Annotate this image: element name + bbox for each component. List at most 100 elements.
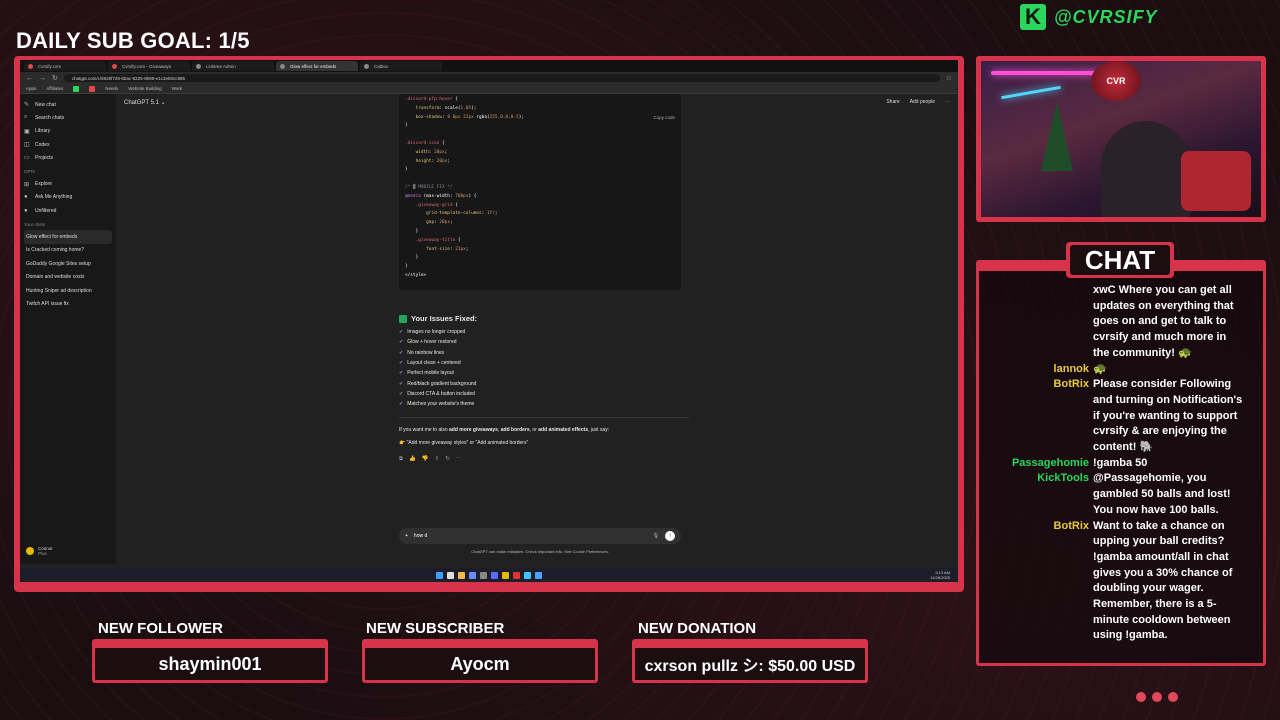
thumbs-down-icon[interactable]: 👎 <box>422 456 429 463</box>
chat-username[interactable]: lannok <box>979 362 1093 378</box>
share-button[interactable]: Share <box>886 99 899 105</box>
steam-icon[interactable] <box>469 571 476 579</box>
app-icon[interactable] <box>535 571 542 579</box>
new-donation-alert: NEW DONATION cxrson pullz シ: $50.00 USD <box>632 620 868 683</box>
user-menu[interactable]: Connor Plus <box>26 546 53 556</box>
browser-tab[interactable]: Cvrsify.com <box>24 61 106 71</box>
alert-box: Ayocm <box>362 639 598 683</box>
channel-handle: @CVRSIFY <box>1054 6 1158 27</box>
windows-start-icon[interactable] <box>436 571 443 579</box>
alert-label: NEW FOLLOWER <box>98 620 223 637</box>
streamer <box>1101 121 1191 217</box>
grid-icon: ⊞ <box>24 181 30 188</box>
copy-code-button[interactable]: Copy code <box>653 114 675 123</box>
microphone-icon[interactable]: 🎙 <box>653 533 659 539</box>
issues-heading: Your Issues Fixed: <box>399 314 689 323</box>
gpt-ask-me-anything[interactable]: ● Ask Me Anything <box>24 191 112 204</box>
reload-icon[interactable]: ↻ <box>52 74 58 82</box>
sidebar-search-chats[interactable]: ⌕ Search chats <box>24 111 112 124</box>
chat-username[interactable]: BotRix <box>979 519 1093 645</box>
back-icon[interactable]: ← <box>26 75 33 82</box>
chat-username[interactable]: Passagehomie <box>979 456 1093 472</box>
chat-messages: xwC Where you can get all updates on eve… <box>979 283 1263 644</box>
checkmark-icon: ✔ <box>399 349 404 356</box>
sidebar-label: Explore <box>35 181 52 188</box>
webcam-frame: CVR <box>976 56 1266 222</box>
chat-item[interactable]: Twitch API issue fix <box>24 297 112 310</box>
checkmark-icon: ✔ <box>399 380 404 387</box>
gpt-unfiltered[interactable]: ● Unfiltered <box>24 204 112 217</box>
gpt-explore[interactable]: ⊞ Explore <box>24 177 112 190</box>
plus-icon[interactable]: + <box>405 533 408 539</box>
chat-item[interactable]: Is Cracked coming home? <box>24 244 112 257</box>
add-people-button[interactable]: Add people <box>910 99 935 105</box>
chat-item[interactable]: Domain and website costs <box>24 271 112 284</box>
copy-icon[interactable]: ⧉ <box>399 456 403 463</box>
followup-text: If you want me to also add more giveaway… <box>399 426 689 434</box>
bookmark-apps[interactable]: Apps <box>26 86 36 91</box>
bookmark-needs[interactable]: Needs <box>105 86 118 91</box>
sidebar-codex[interactable]: ◫ Codex <box>24 138 112 151</box>
new-follower-alert: NEW FOLLOWER shaymin001 <box>92 620 328 683</box>
more-icon[interactable]: ⋯ <box>945 99 950 105</box>
thumbs-up-icon[interactable]: 👍 <box>409 456 416 463</box>
address-bar: ← → ↻ chatgpt.com/c/6928f729-6bac-8225-9… <box>20 72 958 84</box>
chat-item[interactable]: Glow effect for embeds <box>24 230 112 244</box>
alert-value: Ayocm <box>450 653 510 674</box>
neon-light <box>1001 85 1061 100</box>
url-input[interactable]: chatgpt.com/c/6928f729-6bac-8225-9b98-e1… <box>63 74 940 82</box>
alert-value: cxrson pullz シ: $50.00 USD <box>644 658 856 675</box>
chat-username[interactable] <box>979 283 1093 362</box>
bookmark-website-building[interactable]: Website Building <box>128 86 161 91</box>
list-item: ✔ Perfect mobile layout <box>399 368 689 378</box>
list-item: ✔ No rainbow lines <box>399 348 689 358</box>
browser-tab[interactable]: Linktree Admin <box>192 61 274 71</box>
browser-tab-active[interactable]: Glow effect for embeds <box>276 61 358 71</box>
more-icon[interactable]: ⋯ <box>456 456 462 463</box>
sidebar-label: New chat <box>35 101 56 108</box>
bookmark-icon[interactable] <box>73 85 80 92</box>
sidebar-new-chat[interactable]: ✎ New chat <box>24 98 112 111</box>
model-selector[interactable]: ChatGPT 5.1 ⌄ <box>124 99 166 106</box>
chat-item[interactable]: GoDaddy Google Sites setup <box>24 257 112 270</box>
gpt-avatar-icon: ● <box>24 207 28 214</box>
dot <box>1152 692 1162 702</box>
share-icon[interactable]: ⇪ <box>435 456 440 463</box>
forward-icon[interactable]: → <box>39 75 46 82</box>
search-icon: ⌕ <box>24 114 28 121</box>
chat-item[interactable]: Hunting Sniper ad description <box>24 284 112 297</box>
alert-label: NEW DONATION <box>638 620 757 637</box>
send-button[interactable]: ↑ <box>665 531 675 541</box>
message-composer[interactable]: + how d 🎙 ↑ <box>399 528 681 544</box>
app-icon[interactable] <box>513 571 520 579</box>
sidebar-projects[interactable]: ▭ Projects <box>24 151 112 164</box>
chat-message: BotRix Want to take a chance on upping yo… <box>979 519 1263 645</box>
chat-username[interactable]: KickTools <box>979 471 1093 518</box>
clock-date: 11/26/2025 <box>930 575 950 580</box>
bookmark-affiliates[interactable]: Affiliates <box>46 86 63 91</box>
browser-tab[interactable]: Catbox <box>360 61 442 71</box>
folder-icon[interactable] <box>502 571 509 579</box>
chrome-icon[interactable] <box>458 571 465 579</box>
codex-icon: ◫ <box>24 142 30 149</box>
sidebar-label: Ask Me Anything <box>35 194 73 201</box>
sidebar-library[interactable]: ▣ Library <box>24 125 112 138</box>
alert-box: cxrson pullz シ: $50.00 USD <box>632 639 868 683</box>
chat-username[interactable]: BotRix <box>979 377 1093 456</box>
composer-input[interactable]: how d <box>414 533 427 539</box>
app-icon[interactable] <box>480 571 487 579</box>
star-icon[interactable]: ☆ <box>946 74 952 82</box>
browser-tab[interactable]: Cvrsify.com - Giveaways <box>108 61 190 71</box>
bookmark-icon[interactable] <box>89 85 96 92</box>
list-item: ✔ Glow + hover restored <box>399 337 689 347</box>
chat-text: @Passagehomie, you gambled 50 balls and … <box>1093 472 1231 516</box>
check-box-icon <box>399 314 407 323</box>
alert-box: shaymin001 <box>92 639 328 683</box>
search-icon[interactable] <box>447 571 454 579</box>
bookmark-work[interactable]: Work <box>172 86 182 91</box>
list-item-text: Glow + hover restored <box>407 339 457 346</box>
christmas-tree <box>1041 101 1073 171</box>
app-icon[interactable] <box>524 571 531 579</box>
regenerate-icon[interactable]: ↻ <box>445 456 450 463</box>
discord-icon[interactable] <box>491 571 498 579</box>
